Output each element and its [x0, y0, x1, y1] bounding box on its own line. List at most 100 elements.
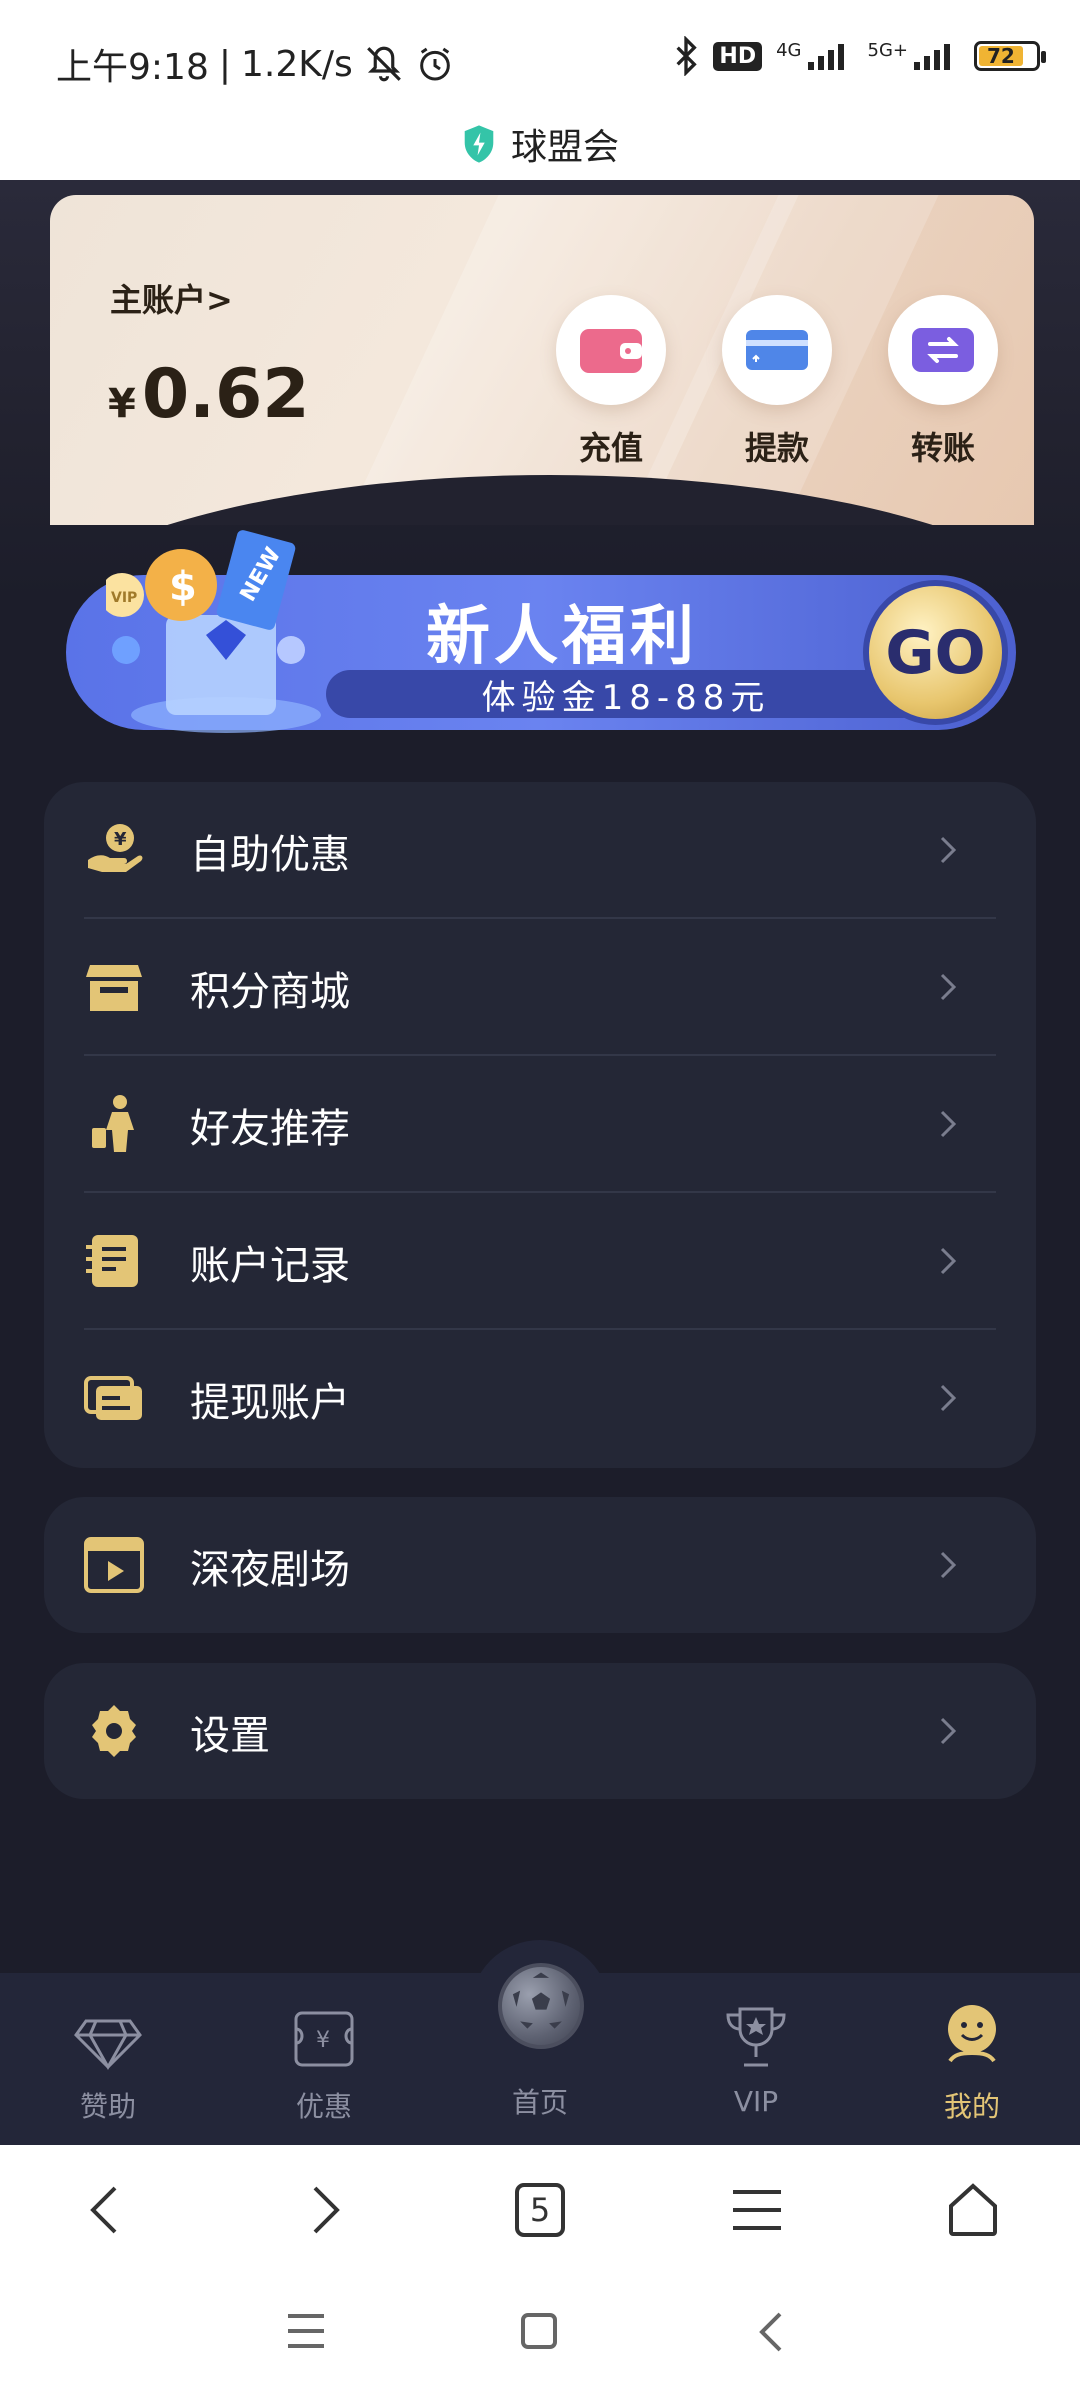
recharge-button[interactable]: 充值: [556, 295, 666, 469]
mute-bell-icon: [366, 46, 401, 82]
chevron-right-icon: [940, 1717, 957, 1745]
transfer-label: 转账: [910, 429, 975, 467]
svg-text:¥: ¥: [316, 2028, 330, 2053]
browser-home-button[interactable]: [938, 2175, 1008, 2245]
promo-title: 新人福利: [426, 600, 698, 674]
menu-item-withdraw-account[interactable]: 提现账户: [44, 1330, 1036, 1467]
browser-tabs-button[interactable]: 5: [505, 2175, 575, 2245]
menu-item-label: 提现账户: [190, 1379, 350, 1426]
gift-box-illustration: NEW $ VIP: [106, 530, 321, 733]
newcomer-promo-banner[interactable]: NEW $ VIP 新人福利 体验金18-88元 GO: [66, 530, 1016, 733]
menu-group-theater: 深夜剧场: [44, 1497, 1036, 1633]
people-icon: [92, 1095, 134, 1152]
card-icon: [746, 330, 808, 370]
system-navigation-bar: [0, 2270, 1080, 2400]
main-account-link[interactable]: 主账户>: [110, 275, 233, 321]
chevron-right-icon: [940, 973, 957, 1001]
menu-item-label: 自助优惠: [190, 831, 350, 878]
tab-label: 首页: [511, 2086, 568, 2119]
menu-group-main: ¥ 自助优惠 积分商城 好友推荐 账户记录 提现账户: [44, 782, 1036, 1468]
gear-icon: [92, 1705, 136, 1757]
smiley-icon: [948, 2005, 996, 2063]
bluetooth-icon: [676, 36, 698, 76]
signal-icon: [807, 44, 844, 70]
balance-value: 0.62: [141, 355, 310, 434]
menu-item-label: 积分商城: [190, 968, 350, 1015]
promo-subtitle: 体验金18-88元: [326, 670, 926, 718]
battery-icon: 72: [974, 41, 1046, 71]
recharge-label: 充值: [578, 429, 643, 467]
menu-item-label: 设置: [190, 1712, 270, 1759]
browser-forward-button[interactable]: [290, 2175, 360, 2245]
alarm-icon: [419, 47, 450, 81]
tab-sponsor[interactable]: 赞助: [38, 2001, 178, 2125]
chevron-right-icon: [940, 836, 957, 864]
hd-badge: HD: [713, 41, 763, 71]
status-bar: 上午9:18 | 1.2K/s HD 4G 5G+ 72: [0, 0, 1080, 120]
svg-text:$: $: [169, 564, 197, 610]
tab-count: 5: [529, 2191, 551, 2229]
menu-group-settings: 设置: [44, 1663, 1036, 1799]
vip-coin-label: VIP: [111, 590, 137, 606]
tab-mine[interactable]: 我的: [902, 2001, 1042, 2125]
tab-label: VIP: [733, 2085, 779, 2118]
menu-item-label: 账户记录: [190, 1242, 350, 1289]
browser-toolbar: 5: [0, 2145, 1080, 2270]
menu-item-late-night-theater[interactable]: 深夜剧场: [44, 1497, 1036, 1634]
chevron-left-icon: [90, 2186, 117, 2234]
network-5g-label: 5G+: [867, 40, 908, 61]
menu-item-settings[interactable]: 设置: [44, 1663, 1036, 1800]
tab-promotions[interactable]: ¥ 优惠: [254, 2001, 394, 2125]
chevron-right-icon: [313, 2186, 340, 2234]
shield-icon: [464, 125, 494, 163]
battery-level: 72: [987, 44, 1015, 68]
back-arrow-icon[interactable]: [756, 2310, 786, 2354]
network-speed: 1.2K/s: [240, 43, 353, 85]
tab-label: 优惠: [295, 2090, 352, 2123]
account-card: 主账户> ¥ 0.62 充值 提款 转账: [50, 195, 1034, 525]
withdraw-label: 提款: [744, 429, 809, 467]
menu-item-label: 深夜剧场: [190, 1546, 350, 1593]
home-square-icon[interactable]: [520, 2312, 558, 2350]
chevron-right-icon: [940, 1247, 957, 1275]
tab-vip[interactable]: VIP: [686, 2001, 826, 2118]
tab-label: 我的: [943, 2090, 1000, 2123]
hamburger-menu-icon: [733, 2190, 781, 2230]
network-4g-label: 4G: [776, 40, 802, 61]
menu-item-self-promo[interactable]: ¥ 自助优惠: [44, 782, 1036, 919]
site-title-bar: 球盟会: [0, 108, 1080, 180]
chevron-right-icon: [940, 1384, 957, 1412]
browser-back-button[interactable]: [70, 2175, 140, 2245]
withdraw-button[interactable]: 提款: [722, 295, 832, 469]
cards-icon: [84, 1376, 142, 1420]
site-title: 球盟会: [510, 127, 619, 168]
home-icon: [949, 2183, 997, 2236]
currency-symbol: ¥: [108, 381, 136, 427]
trophy-icon: [726, 2007, 786, 2067]
promo-go-button[interactable]: GO: [863, 580, 1008, 725]
coupon-icon: ¥: [294, 2011, 354, 2067]
notebook-icon: [86, 1235, 138, 1287]
transfer-button[interactable]: 转账: [888, 295, 998, 469]
menu-item-friend-referral[interactable]: 好友推荐: [44, 1056, 1036, 1193]
film-icon: [84, 1537, 144, 1593]
transfer-icon: [912, 328, 974, 372]
store-icon: [86, 965, 142, 1011]
tab-count-icon: 5: [515, 2183, 565, 2237]
account-balance: ¥ 0.62: [108, 355, 310, 434]
hand-coin-icon: ¥: [88, 824, 143, 872]
signal-icon: [914, 44, 950, 70]
menu-item-account-records[interactable]: 账户记录: [44, 1193, 1036, 1330]
soccer-ball-graphic: [498, 1963, 584, 2049]
chevron-right-icon: [940, 1551, 957, 1579]
status-separator: |: [218, 43, 231, 85]
menu-item-label: 好友推荐: [190, 1105, 350, 1152]
menu-item-points-mall[interactable]: 积分商城: [44, 919, 1036, 1056]
tab-label: 赞助: [79, 2090, 136, 2123]
wallet-icon: [580, 329, 642, 373]
svg-text:¥: ¥: [114, 829, 127, 850]
recents-menu-icon[interactable]: [286, 2312, 326, 2350]
status-time: 上午9:18: [56, 47, 209, 88]
chevron-right-icon: [940, 1110, 957, 1138]
browser-menu-button[interactable]: [722, 2175, 792, 2245]
